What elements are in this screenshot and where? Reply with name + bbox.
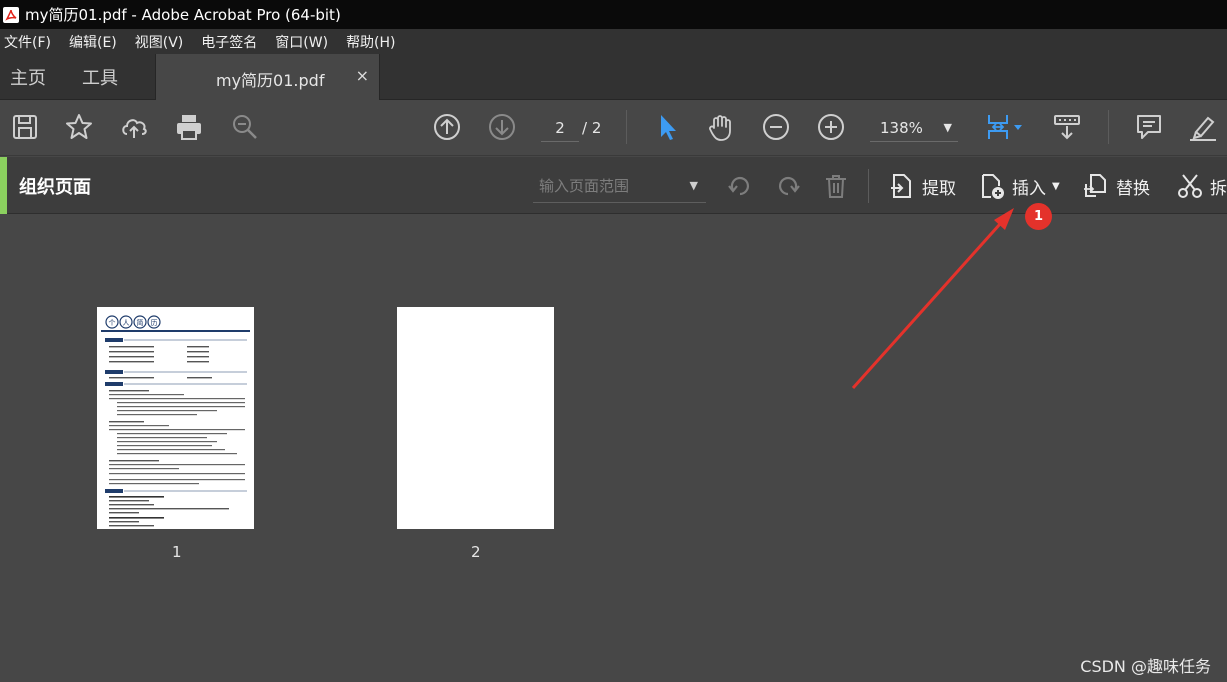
hand-icon[interactable]	[705, 111, 737, 143]
chevron-down-icon: ▼	[943, 121, 952, 134]
cloud-upload-icon[interactable]	[118, 111, 150, 143]
page-fit-icon[interactable]	[982, 111, 1026, 143]
page-down-icon[interactable]	[486, 111, 518, 143]
menu-bar: 文件(F) 编辑(E) 视图(V) 电子签名 窗口(W) 帮助(H)	[0, 29, 1227, 54]
page-number-label: 1	[172, 543, 182, 561]
replace-label: 替换	[1116, 178, 1150, 199]
replace-button[interactable]: 替换	[1082, 170, 1150, 202]
tab-bar: 主页 工具 my简历01.pdf ×	[0, 54, 1227, 100]
extract-icon	[891, 174, 911, 198]
chevron-down-icon: ▼	[1052, 180, 1060, 192]
extract-label: 提取	[922, 178, 956, 199]
insert-label: 插入	[1012, 178, 1046, 199]
toolbar-divider	[868, 169, 869, 203]
scissors-icon	[1178, 174, 1202, 198]
close-tab-icon[interactable]: ×	[356, 66, 369, 85]
delete-icon[interactable]	[820, 170, 852, 202]
menu-window[interactable]: 窗口(W)	[275, 32, 328, 52]
page-range-input[interactable]: 输入页面范围 ▼	[533, 171, 706, 203]
menu-file[interactable]: 文件(F)	[4, 32, 51, 52]
highlight-icon[interactable]	[1187, 111, 1219, 143]
page-number-input[interactable]: 2	[541, 114, 579, 142]
page-up-icon[interactable]	[431, 111, 463, 143]
star-icon[interactable]	[63, 111, 95, 143]
resume-sections	[105, 338, 247, 527]
split-button[interactable]: 拆	[1176, 170, 1227, 202]
zoom-select[interactable]: 138% ▼	[870, 114, 958, 142]
main-toolbar: 2 / 2 138% ▼	[0, 100, 1227, 156]
document-tab-label: my简历01.pdf	[216, 71, 325, 90]
print-icon[interactable]	[173, 111, 205, 143]
resume-header: 个 人 简 历	[101, 315, 250, 332]
resume-header-char: 历	[151, 319, 158, 327]
insert-page-icon	[982, 174, 1004, 199]
resume-page-preview: 个 人 简 历	[101, 315, 250, 527]
extract-button[interactable]: 提取	[888, 170, 956, 202]
rotate-left-icon[interactable]	[724, 170, 756, 202]
replace-icon	[1084, 174, 1106, 197]
save-icon[interactable]	[9, 111, 41, 143]
organize-pages-title: 组织页面	[19, 177, 91, 198]
tab-tools[interactable]: 工具	[82, 64, 118, 90]
annotation-badge: 1	[1025, 203, 1052, 230]
page-thumbnail-2[interactable]	[397, 307, 554, 529]
tab-home[interactable]: 主页	[10, 64, 46, 90]
tab-document[interactable]: my简历01.pdf ×	[155, 54, 380, 100]
insert-button[interactable]: 插入 ▼	[978, 170, 1060, 202]
search-icon[interactable]	[229, 111, 261, 143]
rotate-right-icon[interactable]	[772, 170, 804, 202]
resume-header-char: 简	[137, 318, 144, 327]
split-label: 拆	[1210, 178, 1227, 199]
menu-edit[interactable]: 编辑(E)	[69, 32, 117, 52]
zoom-out-icon[interactable]	[760, 111, 792, 143]
menu-e-sign[interactable]: 电子签名	[201, 32, 257, 52]
comment-icon[interactable]	[1133, 111, 1165, 143]
window-title: my简历01.pdf - Adobe Acrobat Pro (64-bit)	[25, 6, 341, 24]
title-bar: my简历01.pdf - Adobe Acrobat Pro (64-bit)	[0, 0, 1227, 29]
zoom-in-icon[interactable]	[815, 111, 847, 143]
page-number-label: 2	[471, 543, 481, 561]
zoom-value: 138%	[880, 119, 923, 137]
scroll-mode-icon[interactable]	[1051, 111, 1083, 143]
page-total: / 2	[582, 119, 602, 137]
watermark: CSDN @趣味任务	[1080, 657, 1211, 676]
toolbar-divider	[1108, 110, 1109, 144]
menu-view[interactable]: 视图(V)	[135, 32, 184, 52]
tool-accent-bar	[0, 157, 7, 214]
chevron-down-icon[interactable]: ▼	[690, 171, 698, 201]
page-thumbnail-1[interactable]: 个 人 简 历	[97, 307, 254, 529]
toolbar-divider	[626, 110, 627, 144]
page-range-placeholder: 输入页面范围	[539, 177, 630, 195]
resume-header-char: 个	[109, 319, 116, 327]
menu-help[interactable]: 帮助(H)	[346, 32, 395, 52]
select-cursor-icon[interactable]	[651, 111, 683, 143]
resume-header-char: 人	[123, 319, 130, 327]
acrobat-logo-icon	[3, 6, 19, 23]
